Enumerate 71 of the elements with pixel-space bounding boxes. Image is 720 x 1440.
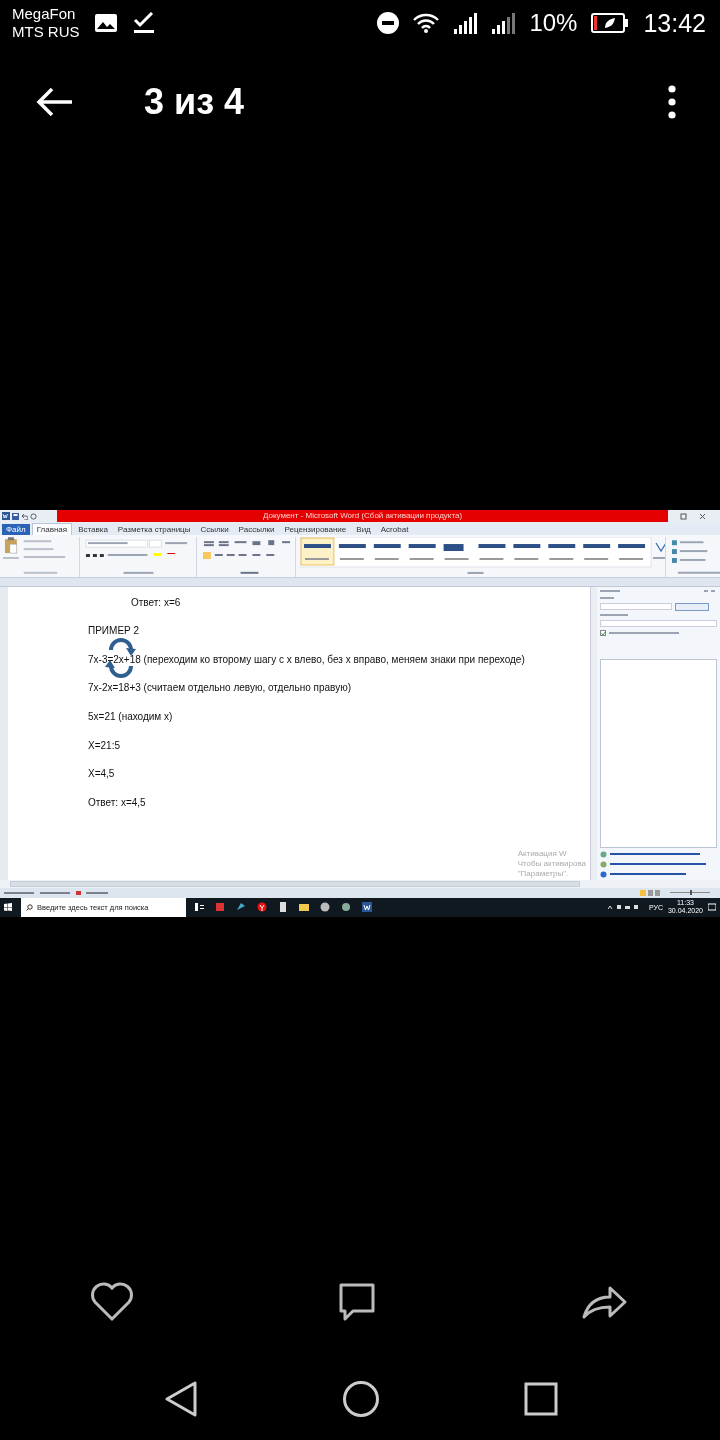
ribbon-tab[interactable]: Вставка: [74, 523, 112, 535]
do-not-disturb-icon: [377, 12, 400, 35]
battery-icon: [591, 13, 630, 34]
styles-gallery-drawing[interactable]: [300, 536, 666, 577]
ribbon-tab[interactable]: Рецензирование: [280, 523, 351, 535]
activation-notice: Активация W: [517, 848, 568, 859]
checkmark-icon: [131, 12, 156, 35]
image-icon: [93, 13, 118, 34]
link-drawing[interactable]: [610, 852, 700, 856]
restore-icon[interactable]: [680, 512, 687, 520]
search-field[interactable]: [600, 602, 672, 610]
checkmark-icon: [600, 630, 606, 636]
ribbon-tab[interactable]: Acrobat: [376, 523, 413, 535]
ribbon-tab[interactable]: Вид: [352, 523, 375, 535]
signal-icon: [491, 12, 516, 35]
document-line: ПРИМЕР 2: [88, 625, 140, 637]
activation-notice: "Параметры".: [517, 868, 570, 879]
app-icon[interactable]: [236, 902, 246, 913]
disc-icon[interactable]: [320, 902, 330, 913]
checkbox[interactable]: [600, 630, 606, 637]
window-title: Документ - Microsoft Word (Сбой активации продукта): [262, 511, 463, 522]
document-line: 7x-2x=18+3 (считаем отдельно левую, отдельно правую): [88, 682, 351, 694]
undo-icon[interactable]: [21, 512, 28, 520]
heart-icon[interactable]: [90, 1281, 134, 1322]
word-logo-icon: [2, 512, 10, 521]
app-icon[interactable]: [341, 902, 351, 913]
document-line: Ответ: x=6: [131, 596, 181, 608]
carrier-name: MTS RUS: [12, 23, 80, 42]
signal-icon: [453, 12, 478, 35]
horizontal-scrollbar[interactable]: [10, 880, 580, 887]
document-line: 5x=21 (находим х): [88, 711, 173, 722]
save-icon[interactable]: [12, 512, 19, 520]
document-line: X=4,5: [88, 768, 115, 780]
checkbox-label-drawing: [609, 631, 679, 635]
recents-icon[interactable]: [524, 1382, 558, 1417]
search-icon: [26, 903, 33, 911]
carrier-name: MegaFon: [12, 5, 77, 24]
ribbon-tab[interactable]: Разметка страницы: [113, 523, 195, 535]
wifi-icon: [413, 13, 440, 34]
close-icon[interactable]: [699, 512, 706, 520]
notifications-icon[interactable]: [708, 903, 716, 912]
folder-icon[interactable]: [299, 902, 309, 913]
document-line: 7x-3=2x+18 (переходим ко второму шагу с х влево, без х вправо, меняем знаки при переходе): [88, 653, 525, 665]
windows-logo-icon[interactable]: [4, 903, 12, 912]
paragraph-group-drawing[interactable]: [201, 536, 296, 577]
field-label-drawing: [600, 613, 630, 617]
word-logo-icon[interactable]: [362, 902, 372, 913]
comment-icon[interactable]: [337, 1281, 377, 1322]
clipboard-group-drawing[interactable]: [2, 536, 80, 577]
help-icon: [600, 870, 607, 878]
document-line: Ответ: x=4,5: [88, 796, 146, 808]
battery-percent: 10%: [529, 9, 578, 38]
search-button[interactable]: [675, 602, 709, 611]
home-icon[interactable]: [342, 1380, 380, 1419]
ribbon-tab[interactable]: Рассылки: [234, 523, 279, 535]
ribbon-tab[interactable]: Файл: [2, 523, 30, 535]
back-arrow-icon[interactable]: [36, 86, 74, 117]
more-options-icon[interactable]: [668, 84, 676, 119]
clock: 13:42: [643, 8, 706, 38]
document-line: X=21:5: [88, 739, 120, 751]
app-icon[interactable]: [215, 902, 225, 913]
activation-notice: Чтобы активирова: [517, 858, 586, 869]
back-icon[interactable]: [164, 1381, 198, 1418]
ribbon-tab[interactable]: Ссылки: [196, 523, 233, 535]
calculator-icon[interactable]: [278, 902, 288, 913]
image-counter: 3 из 4: [144, 80, 245, 123]
link-drawing[interactable]: [610, 862, 706, 866]
task-view-icon[interactable]: [194, 902, 204, 913]
browser-icon[interactable]: [257, 902, 267, 913]
link-drawing[interactable]: [610, 872, 686, 876]
vertical-scrollbar[interactable]: [590, 586, 597, 880]
